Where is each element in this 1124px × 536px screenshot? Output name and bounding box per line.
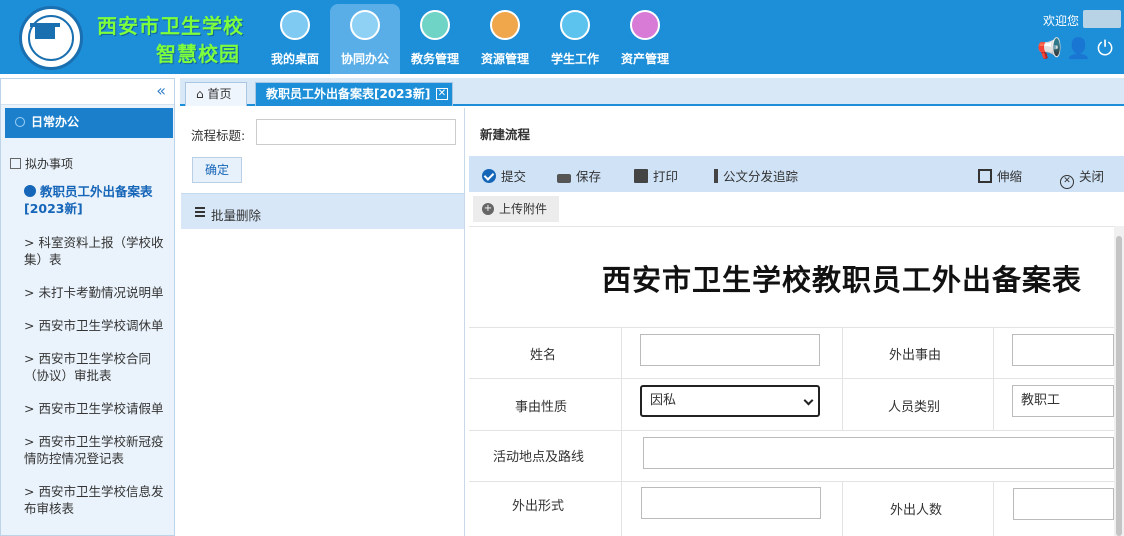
- section-daily-office[interactable]: 日常办公: [5, 108, 173, 138]
- power-icon[interactable]: ⏻: [1094, 37, 1116, 59]
- student-icon: [560, 10, 590, 40]
- plus-circle-icon: +: [482, 203, 494, 215]
- section-icon: [15, 117, 25, 127]
- sidebar-collapse-button[interactable]: «: [1, 79, 174, 105]
- form-scroll-area: 西安市卫生学校教职员工外出备案表 姓名 外出事由 事由性质 因私 人员类别 教职…: [469, 226, 1114, 536]
- route-input[interactable]: [643, 437, 1114, 469]
- user-icon[interactable]: 👤: [1066, 37, 1091, 59]
- folder-icon: [490, 10, 520, 40]
- expand-icon: [978, 169, 992, 183]
- system-name: 智慧校园: [156, 42, 240, 66]
- chevron-right-icon: >: [24, 285, 39, 300]
- bullet-icon: [24, 185, 36, 197]
- tab-staff-outing[interactable]: 教职员工外出备案表[2023新] ✕: [255, 82, 453, 106]
- print-button[interactable]: 打印: [634, 166, 678, 185]
- top-header: 西安市卫生学校 智慧校园 我的桌面 协同办公 教务管理 资源管理 学生工作 资产…: [0, 0, 1124, 74]
- submit-button[interactable]: 提交: [482, 166, 526, 185]
- welcome-text: 欢迎您: [1043, 14, 1080, 28]
- flow-title-label: 流程标题:: [191, 128, 246, 143]
- home-icon: ⌂: [196, 87, 208, 101]
- close-button[interactable]: ✕ 关闭: [1060, 166, 1104, 189]
- track-distribution-button[interactable]: 公文分发追踪: [714, 166, 798, 185]
- school-logo-icon: [19, 6, 83, 70]
- chevron-right-icon: >: [24, 318, 39, 333]
- collaboration-icon: [350, 10, 380, 40]
- pin-icon: [714, 169, 718, 183]
- nav-assets[interactable]: 资产管理: [610, 0, 680, 74]
- asset-box-icon: [630, 10, 660, 40]
- chevron-right-icon: >: [24, 434, 39, 449]
- collapse-box-icon: [10, 158, 21, 169]
- double-chevron-left-icon: «: [156, 81, 166, 100]
- outing-form-input[interactable]: [641, 487, 821, 519]
- form-title: 西安市卫生学校教职员工外出备案表: [602, 263, 1083, 297]
- sidebar-item-info-publish[interactable]: > 西安市卫生学校信息发布审核表: [24, 483, 174, 517]
- save-button[interactable]: 保存: [557, 166, 601, 185]
- reason-input[interactable]: [1012, 334, 1114, 366]
- save-icon: [557, 174, 571, 183]
- route-label: 活动地点及路线: [493, 450, 585, 465]
- sidebar-item-dept-report[interactable]: > 科室资料上报（学校收集）表: [24, 234, 174, 268]
- chevron-right-icon: >: [24, 235, 39, 250]
- close-icon: ✕: [1060, 175, 1074, 189]
- nature-select[interactable]: 因私: [640, 385, 820, 417]
- chevron-right-icon: >: [24, 351, 39, 366]
- panel-title: 新建流程: [480, 127, 531, 142]
- tab-close-icon[interactable]: ✕: [436, 88, 448, 100]
- chevron-down-icon: [803, 395, 814, 406]
- category-input[interactable]: 教职工: [1012, 385, 1114, 417]
- chevron-right-icon: >: [24, 484, 39, 499]
- sidebar-item-leave-request[interactable]: > 西安市卫生学校请假单: [24, 400, 174, 417]
- sidebar-item-contract[interactable]: > 西安市卫生学校合同（协议）审批表: [24, 350, 174, 384]
- check-circle-icon: [482, 169, 496, 183]
- upload-attachment-button[interactable]: + 上传附件: [473, 196, 559, 222]
- nav-academic[interactable]: 教务管理: [400, 0, 470, 74]
- draft-items-header[interactable]: 拟办事项: [10, 155, 73, 172]
- batch-delete-button[interactable]: 批量删除: [181, 193, 464, 229]
- count-label: 外出人数: [890, 503, 943, 518]
- name-input[interactable]: [640, 334, 820, 366]
- nav-desktop[interactable]: 我的桌面: [260, 0, 330, 74]
- count-input[interactable]: [1013, 488, 1114, 520]
- name-label: 姓名: [530, 348, 557, 363]
- reason-label: 外出事由: [889, 348, 942, 363]
- announcement-icon[interactable]: 📢: [1037, 37, 1062, 59]
- school-name: 西安市卫生学校: [97, 14, 244, 38]
- sidebar-item-leave-swap[interactable]: > 西安市卫生学校调休单: [24, 317, 174, 334]
- list-icon: [195, 207, 205, 217]
- nav-student[interactable]: 学生工作: [540, 0, 610, 74]
- tab-home[interactable]: ⌂ 首页: [185, 82, 247, 106]
- left-sidebar: « 日常办公 拟办事项 教职员工外出备案表[2023新] > 科室资料上报（学校…: [0, 78, 175, 536]
- confirm-button[interactable]: 确定: [192, 157, 242, 183]
- flow-list-panel: 流程标题: 确定 批量删除: [181, 108, 465, 536]
- tab-bar: ⌂ 首页 教职员工外出备案表[2023新] ✕: [180, 78, 1124, 106]
- form-toolbar: 提交 保存 打印 公文分发追踪 伸缩 ✕ 关闭: [469, 156, 1124, 192]
- nav-resources[interactable]: 资源管理: [470, 0, 540, 74]
- chevron-right-icon: >: [24, 401, 39, 416]
- outing-form-label: 外出形式: [512, 499, 565, 514]
- flow-title-input[interactable]: [256, 119, 456, 145]
- desktop-icon: [280, 10, 310, 40]
- category-label: 人员类别: [888, 400, 941, 415]
- expand-button[interactable]: 伸缩: [978, 166, 1022, 185]
- sidebar-item-covid[interactable]: > 西安市卫生学校新冠疫情防控情况登记表: [24, 433, 174, 467]
- sidebar-item-attendance[interactable]: > 未打卡考勤情况说明单: [24, 284, 174, 301]
- username-redacted: [1083, 10, 1121, 28]
- new-flow-panel: 新建流程 提交 保存 打印 公文分发追踪 伸缩 ✕ 关闭 + 上传附件 西安市卫生学…: [469, 108, 1124, 536]
- print-icon: [634, 169, 648, 183]
- academic-icon: [420, 10, 450, 40]
- nav-collaboration[interactable]: 协同办公: [330, 4, 400, 74]
- vertical-scrollbar[interactable]: [1114, 226, 1124, 536]
- nature-label: 事由性质: [515, 400, 568, 415]
- sidebar-item-staff-outing[interactable]: 教职员工外出备案表[2023新]: [24, 183, 174, 217]
- scrollbar-thumb[interactable]: [1116, 236, 1122, 536]
